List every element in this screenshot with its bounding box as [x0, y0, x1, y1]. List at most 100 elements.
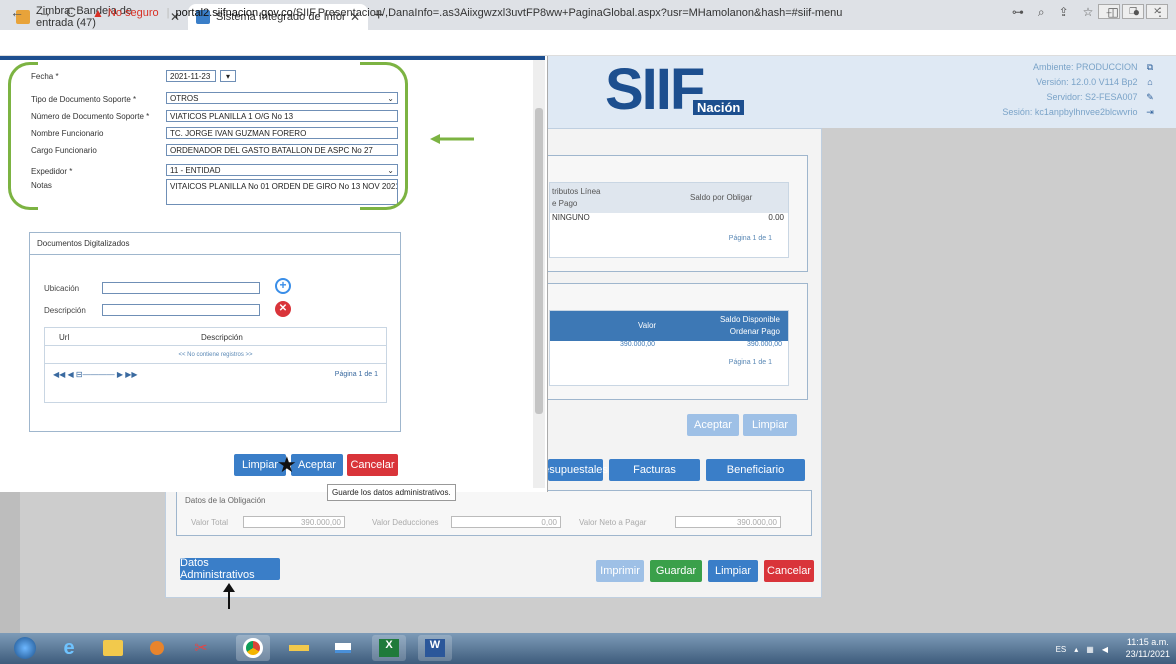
tab-beneficiario[interactable]: Beneficiario — [706, 459, 805, 481]
grid-section-2: Valor Saldo Disponible Ordenar Pago 390.… — [540, 283, 808, 400]
reload-icon[interactable]: C — [66, 4, 76, 20]
nav-buttons: ← → C — [10, 4, 76, 20]
pager-controls-icon[interactable]: ◀◀ ◀ ⊟———— ▶ ▶▶ — [53, 370, 138, 379]
pager: Página 1 de 1 — [728, 359, 772, 366]
outlook-icon[interactable] — [140, 635, 174, 661]
session-info: Ambiente: PRODUCCION ⧉ Versión: 12.0.0 V… — [1002, 60, 1160, 120]
star-icon[interactable]: ☆ — [1083, 5, 1094, 20]
highlight-bracket-right — [360, 62, 408, 210]
fecha-input[interactable]: 2021-11-23 — [166, 70, 216, 82]
deducciones-field: 0,00 — [451, 516, 561, 528]
col-valor: Valor — [638, 321, 657, 330]
cancelar-modal-button[interactable]: Cancelar — [347, 454, 398, 476]
deducciones-label: Valor Deducciones — [372, 518, 439, 527]
col-pago: e Pago — [552, 199, 578, 208]
obligacion-title: Datos de la Obligación — [185, 496, 266, 505]
tipo-label: Tipo de Documento Soporte * — [31, 95, 137, 104]
datos-administrativos-button[interactable]: Datos Administrativos — [180, 557, 280, 581]
key-icon[interactable]: ⊶ — [1012, 5, 1024, 20]
logout-icon[interactable]: ⇥ — [1140, 105, 1160, 120]
siif-logo: SIIF Nación — [605, 60, 745, 124]
tab-presupuestales[interactable]: esupuestales — [543, 459, 608, 481]
guardar-button[interactable]: Guardar — [650, 560, 702, 582]
tooltip: Guarde los datos administrativos. — [327, 484, 456, 501]
col-tributos: tributos Línea — [552, 187, 601, 196]
ubicacion-input[interactable] — [102, 282, 260, 294]
col-saldo: Saldo por Obligar — [690, 193, 753, 202]
documentos-title: Documentos Digitalizados — [30, 233, 400, 255]
url-path: /SIIF.Presentacion/,DanaInfo=.as3Aiixgwz… — [292, 7, 843, 19]
word-icon[interactable]: W — [418, 635, 452, 661]
sesion-text: Sesión: kc1anpbylhnvee2blcwvrio — [1002, 107, 1138, 117]
empty-message: << No contiene registros >> — [45, 346, 386, 364]
volume-icon[interactable]: ◀ — [1102, 645, 1108, 654]
sidebar-icon[interactable]: ◫ — [1107, 5, 1118, 20]
row-value: 0.00 — [768, 213, 784, 222]
folder-icon[interactable] — [96, 635, 130, 661]
forward-icon[interactable]: → — [38, 4, 52, 20]
cancelar-button[interactable]: Cancelar — [764, 560, 814, 582]
black-up-arrow-icon — [223, 583, 235, 609]
highlight-bracket-left — [8, 62, 38, 210]
bank-icon: ⌂ — [1147, 77, 1153, 87]
start-icon[interactable] — [8, 635, 42, 661]
modal-scroll-thumb[interactable] — [535, 108, 543, 414]
row-saldo: 390.000,00 — [746, 341, 782, 348]
ambiente-text: Ambiente: PRODUCCION — [1032, 62, 1138, 72]
browser-actions: ⊶ ⌕ ⇪ ☆ ◫ ● ⋮ — [1012, 5, 1166, 20]
calendar-dropdown-icon[interactable]: ▾ — [220, 70, 236, 82]
valor-total-field: 390.000,00 — [243, 516, 345, 528]
url-domain: portal2.siifnacion.gov.co — [175, 7, 293, 19]
tab-facturas[interactable]: Facturas — [609, 459, 700, 481]
chrome-icon[interactable] — [236, 635, 270, 661]
back-icon[interactable]: ← — [10, 4, 24, 20]
aceptar-modal-button[interactable]: Aceptar — [291, 454, 343, 476]
limpiar-button[interactable]: Limpiar — [708, 560, 758, 582]
not-secure-label: No seguro — [107, 7, 159, 19]
address-bar[interactable]: ▲ No seguro | portal2.siifnacion.gov.co/… — [92, 3, 992, 23]
clock[interactable]: 11:15 a.m. 23/11/2021 — [1126, 636, 1170, 660]
col-saldo-disp: Saldo Disponible — [719, 315, 780, 324]
imprimir-button[interactable]: Imprimir — [596, 560, 644, 582]
network-icon: ⧉ — [1146, 62, 1154, 72]
aceptar-button-bg[interactable]: Aceptar — [687, 414, 739, 436]
row-valor: 390.000,00 — [620, 341, 656, 348]
pager: Página 1 de 1 — [728, 235, 772, 242]
descripcion-input[interactable] — [102, 304, 260, 316]
menu-icon[interactable]: ⋮ — [1154, 5, 1166, 20]
profile-icon[interactable]: ● — [1133, 5, 1140, 20]
tray-arrow-icon[interactable]: ▴ — [1074, 645, 1078, 654]
col-ordenar: Ordenar Pago — [729, 327, 780, 336]
ie-icon[interactable]: e — [52, 635, 86, 661]
servidor-text: Servidor: S2-FESA007 — [1046, 92, 1138, 102]
valor-total-label: Valor Total — [191, 518, 229, 527]
neto-field: 390.000,00 — [675, 516, 781, 528]
nombre-label: Nombre Funcionario — [31, 129, 104, 138]
language-indicator[interactable]: ES — [1056, 645, 1067, 654]
limpiar-button-bg[interactable]: Limpiar — [743, 414, 797, 436]
pen-icon[interactable] — [282, 635, 316, 661]
zoom-icon[interactable]: ⌕ — [1038, 5, 1045, 20]
version-text: Versión: 12.0.0 V114 Bp2 — [1036, 77, 1138, 87]
excel-icon[interactable]: X — [372, 635, 406, 661]
network-tray-icon[interactable]: ▦ — [1086, 645, 1094, 654]
numero-label: Número de Documento Soporte * — [31, 112, 150, 121]
cargo-label: Cargo Funcionario — [31, 146, 97, 155]
browser-toolbar — [0, 30, 1176, 56]
tools-icon: ✎ — [1146, 92, 1154, 102]
documents-grid: Url Descripción << No contiene registros… — [44, 327, 387, 403]
col-url: Url — [59, 333, 70, 342]
delete-circle-icon[interactable]: ✕ — [275, 301, 291, 317]
grid-section-1: tributos Línea e Pago Saldo por Obligar … — [540, 155, 808, 272]
snipping-icon[interactable]: ✂ — [184, 635, 218, 661]
clock-time: 11:15 a.m. — [1126, 637, 1169, 647]
system-tray: ES ▴ ▦ ◀ — [1056, 645, 1108, 654]
obligacion-section: Datos de la Obligación Valor Total 390.0… — [176, 490, 812, 536]
row-ninguno: NINGUNO — [552, 213, 590, 222]
green-arrow-icon — [430, 134, 474, 144]
neto-label: Valor Neto a Pagar — [579, 518, 647, 527]
share-icon[interactable]: ⇪ — [1059, 5, 1069, 20]
app-icon[interactable] — [326, 635, 360, 661]
pager-text: Página 1 de 1 — [334, 371, 378, 378]
add-circle-icon[interactable]: + — [275, 278, 291, 294]
